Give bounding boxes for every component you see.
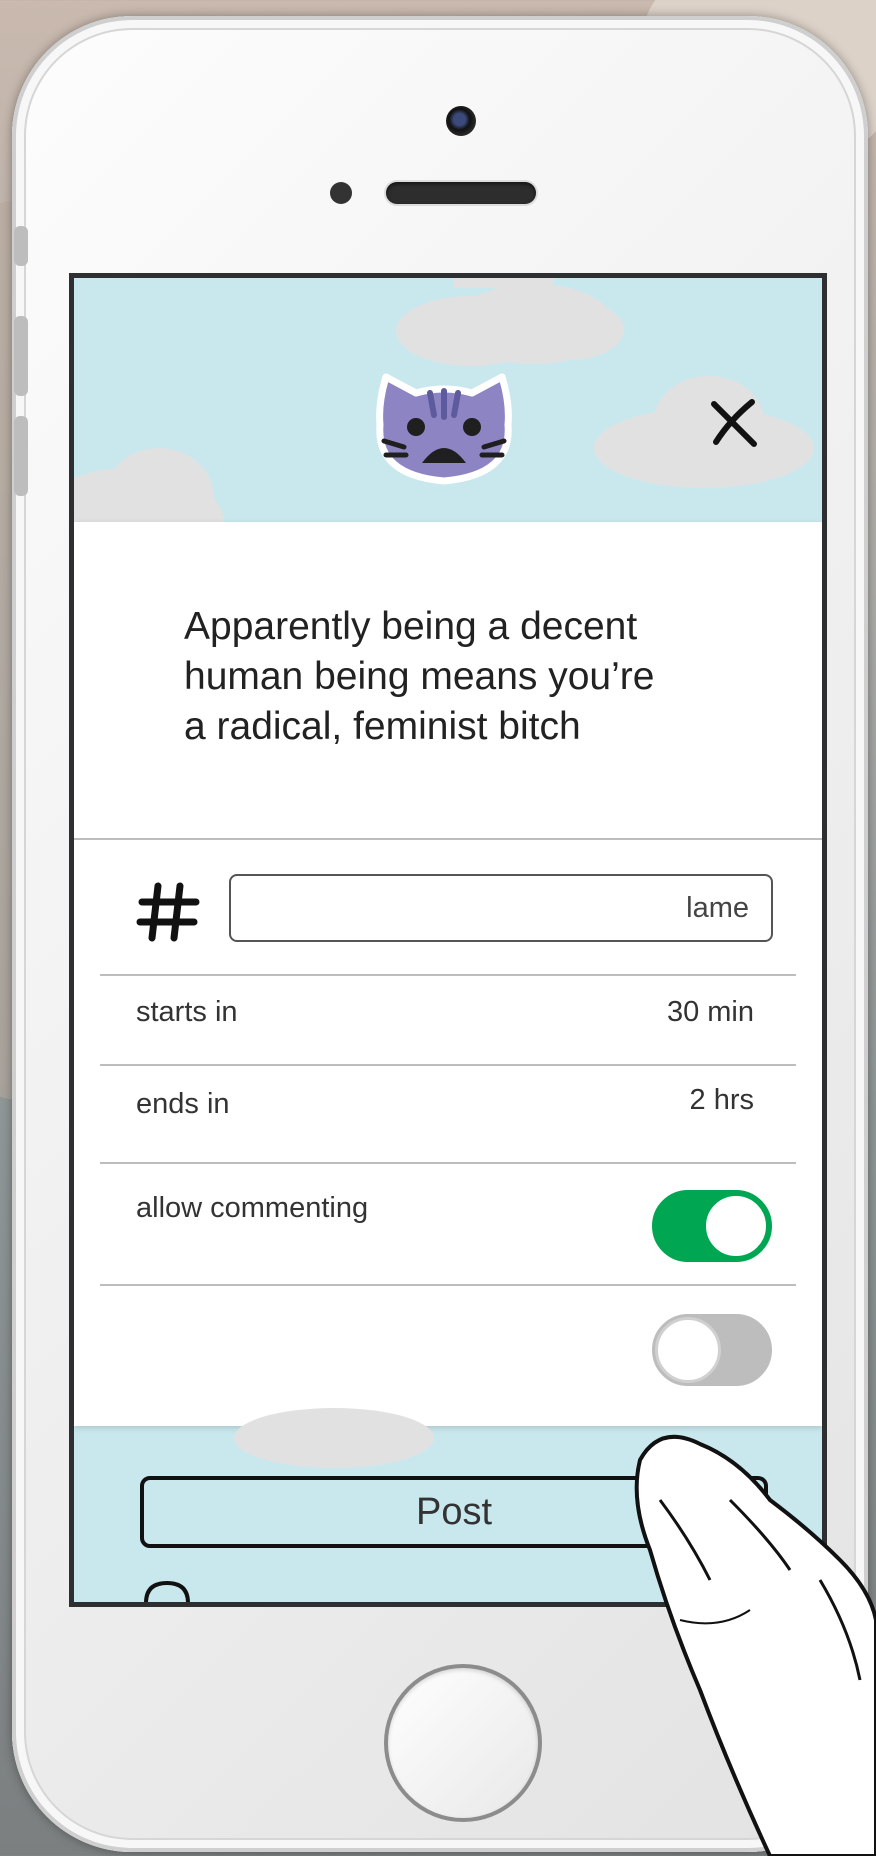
cloud [514,300,624,360]
allow-commenting-label: allow commenting [136,1192,369,1224]
divider [100,1284,796,1286]
post-message: Apparently being a decent human being me… [184,602,744,752]
toggle-knob [655,1317,721,1383]
volume-up-button [14,316,28,396]
hashtag-input[interactable] [229,874,773,942]
sad-cat-icon [376,373,512,485]
volume-down-button [14,416,28,496]
starts-in-label: starts in [136,996,238,1028]
earpiece-speaker [386,182,536,204]
divider [100,1064,796,1066]
message-line: human being means you’re [184,655,655,698]
proximity-sensor [330,182,352,204]
close-icon[interactable] [706,394,762,450]
private-post-toggle[interactable] [652,1314,772,1386]
home-button[interactable] [384,1664,542,1822]
header [74,278,822,578]
allow-commenting-toggle[interactable] [652,1190,772,1262]
front-camera [446,106,476,136]
ends-in-label: ends in [136,1088,230,1120]
lock-icon [144,1580,190,1602]
starts-in-value[interactable]: 30 min [667,996,754,1029]
mute-switch [14,226,28,266]
ends-in-value[interactable]: 2 hrs [690,1084,754,1117]
divider [100,974,796,976]
app-screen: Apparently being a decent human being me… [69,273,827,1607]
divider [74,838,822,840]
post-compose-card: Apparently being a decent human being me… [74,522,822,1602]
divider [100,1162,796,1164]
message-line: Apparently being a decent [184,605,638,648]
message-line: a radical, feminist bitch [184,705,581,748]
hashtag-icon [136,882,200,942]
post-button[interactable]: Post [140,1476,768,1548]
cloud [234,1408,434,1468]
toggle-knob [703,1193,769,1259]
